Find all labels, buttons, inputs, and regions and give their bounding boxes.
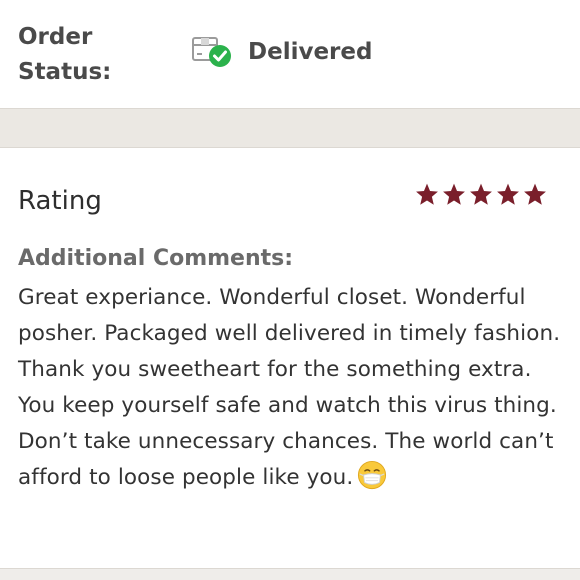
order-status-label: Order Status: — [18, 24, 112, 85]
rating-card: Rating Additional Comments: Great experi… — [0, 147, 580, 569]
face-with-medical-mask-icon — [358, 460, 387, 490]
order-status-value: Delivered — [248, 39, 373, 65]
rating-title: Rating — [18, 186, 102, 216]
star-icon — [524, 183, 546, 205]
package-delivered-icon — [190, 32, 234, 72]
comments-text: Great experiance. Wonderful closet. Wond… — [18, 285, 561, 490]
section-divider — [0, 109, 580, 147]
comments-body: Great experiance. Wonderful closet. Wond… — [18, 280, 566, 496]
star-icon — [416, 183, 438, 205]
star-icon — [443, 183, 465, 205]
rating-stars — [414, 182, 548, 207]
order-status-card: Order Status: Delivered — [0, 0, 580, 109]
comments-label: Additional Comments: — [18, 246, 294, 271]
star-icon — [497, 183, 519, 205]
star-icon — [470, 183, 492, 205]
